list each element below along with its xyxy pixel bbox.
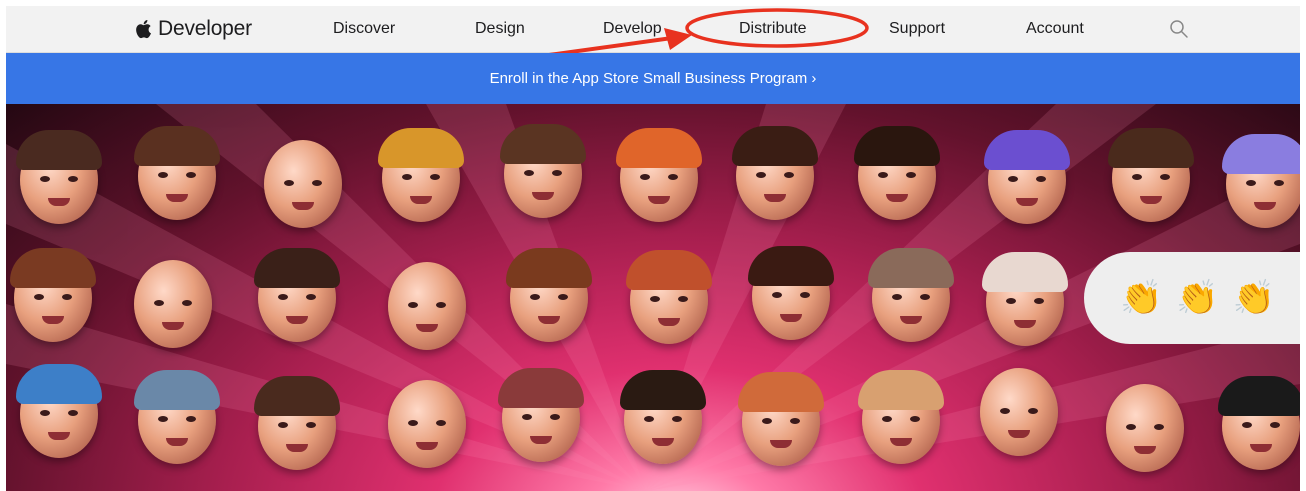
nav-item-distribute[interactable]: Distribute [739,6,807,52]
memoji-face [1222,134,1300,228]
memoji-face [984,130,1070,224]
memoji-face [498,368,584,462]
promo-banner-link[interactable]: Enroll in the App Store Small Business P… [6,53,1300,104]
memoji-hair [498,368,584,408]
memoji-face [134,260,212,348]
memoji-face [982,252,1068,346]
promo-banner-text: Enroll in the App Store Small Business P… [489,70,817,87]
search-icon[interactable] [1169,19,1189,39]
memoji-face [10,248,96,342]
memoji-hair [626,250,712,290]
nav-item-account[interactable]: Account [1026,6,1084,52]
memoji-face [254,376,340,470]
nav-item-support[interactable]: Support [889,6,945,52]
memoji-hair [620,370,706,410]
memoji-face [16,364,102,458]
memoji-face [868,248,954,342]
hero-memoji-image: 👏 👏 👏 [6,104,1300,491]
developer-logo-link[interactable]: Developer [134,6,252,52]
memoji-hair [254,248,340,288]
memoji-hair [854,126,940,166]
nav-item-develop[interactable]: Develop [603,6,662,52]
memoji-cap [982,252,1068,292]
memoji-hair [1108,128,1194,168]
clap-emoji: 👏 [1176,279,1219,317]
memoji-face [858,370,944,464]
memoji-hair [748,246,834,286]
nav-item-design[interactable]: Design [475,6,525,52]
memoji-hair [134,126,220,166]
clap-emoji: 👏 [1232,279,1276,317]
memoji-hair [868,248,954,288]
global-nav: Developer Discover Design Develop Distri… [6,6,1300,53]
clap-emoji: 👏 [1120,279,1163,317]
memoji-face [748,246,834,340]
memoji-face [1218,376,1300,470]
memoji-hair [738,372,824,412]
memoji-cap [1218,376,1300,416]
nav-item-discover[interactable]: Discover [333,6,395,52]
memoji-cap [616,128,702,168]
memoji-face [16,130,102,224]
memoji-hair [506,248,592,288]
memoji-face [134,370,220,464]
memoji-face [616,128,702,222]
logo-text: Developer [158,17,252,40]
memoji-hair [16,364,102,404]
memoji-face [506,248,592,342]
memoji-face [134,126,220,220]
memoji-face [626,250,712,344]
memoji-turban [1222,134,1300,174]
memoji-hair [858,370,944,410]
memoji-face [264,140,342,228]
memoji-face [388,380,466,468]
memoji-face [854,126,940,220]
memoji-hair [10,248,96,288]
memoji-face [1106,384,1184,472]
reaction-bubble: 👏 👏 👏 [1084,252,1300,344]
memoji-face [388,262,466,350]
memoji-face [732,126,818,220]
memoji-face [500,124,586,218]
memoji-hair [500,124,586,164]
memoji-face [1108,128,1194,222]
memoji-face [738,372,824,466]
memoji-hat [134,370,220,410]
apple-logo-icon [136,20,151,39]
memoji-hair [732,126,818,166]
memoji-face [378,128,464,222]
memoji-hair [16,130,102,170]
memoji-hair [254,376,340,416]
memoji-face [620,370,706,464]
memoji-hat [378,128,464,168]
memoji-face [980,368,1058,456]
memoji-hat [984,130,1070,170]
memoji-face [254,248,340,342]
